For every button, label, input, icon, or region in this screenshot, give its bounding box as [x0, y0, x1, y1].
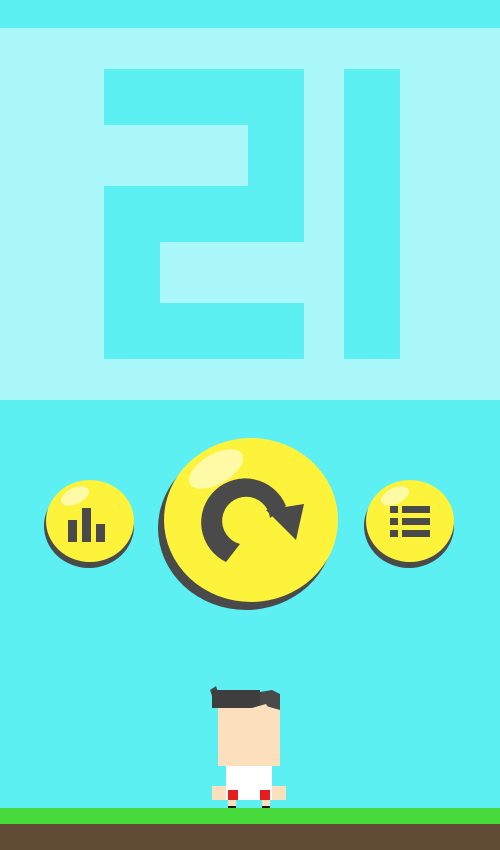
score-digit [344, 69, 400, 359]
ground-dirt [0, 824, 500, 850]
replay-arrow-icon [201, 478, 304, 562]
ground-grass [0, 808, 500, 824]
score-panel: 21 [0, 28, 500, 400]
replay-button[interactable] [158, 438, 340, 610]
bar-chart-icon [68, 508, 105, 542]
leaderboard-button[interactable] [44, 480, 136, 568]
menu-button[interactable] [364, 480, 456, 568]
score-display: 21 [104, 69, 400, 359]
list-icon [390, 506, 430, 537]
player-character [210, 686, 286, 810]
score-digit [104, 69, 304, 359]
